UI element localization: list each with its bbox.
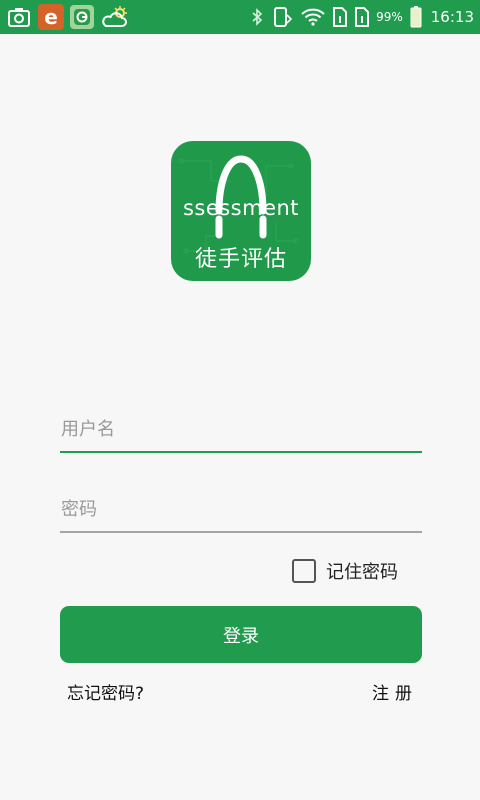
register-link[interactable]: 注册 <box>372 679 418 704</box>
sim1-icon <box>332 4 348 30</box>
green-app-icon <box>70 5 94 29</box>
status-bar: e 99% 16:13 <box>0 0 480 34</box>
phone-sim-icon <box>272 4 294 30</box>
remember-password[interactable]: 记住密码 <box>292 557 398 585</box>
battery-percent: 99% <box>376 10 403 24</box>
logo-app-name: 徒手评估 <box>194 247 287 272</box>
username-input[interactable] <box>60 409 422 449</box>
username-underline <box>60 451 422 453</box>
logo-word: ssessment <box>182 196 300 220</box>
sim2-icon <box>354 4 370 30</box>
remember-label: 记住密码 <box>326 562 398 583</box>
app-logo: ssessment 徒手评估 <box>171 141 311 281</box>
bluetooth-icon <box>248 4 266 30</box>
clock-time: 16:13 <box>430 8 474 26</box>
battery-icon <box>409 4 423 30</box>
password-input[interactable] <box>60 489 422 529</box>
weather-icon <box>100 4 130 30</box>
password-underline <box>60 531 422 533</box>
e-app-icon: e <box>38 4 64 30</box>
forgot-password-link[interactable]: 忘记密码? <box>67 679 144 704</box>
wifi-icon <box>300 4 326 30</box>
screenshot-icon <box>6 4 32 30</box>
username-field <box>60 409 422 453</box>
status-bar-right: 99% 16:13 <box>248 0 474 34</box>
login-button[interactable]: 登录 <box>60 606 422 663</box>
status-bar-left: e <box>6 0 130 34</box>
remember-checkbox[interactable] <box>292 559 316 583</box>
password-field <box>60 489 422 533</box>
